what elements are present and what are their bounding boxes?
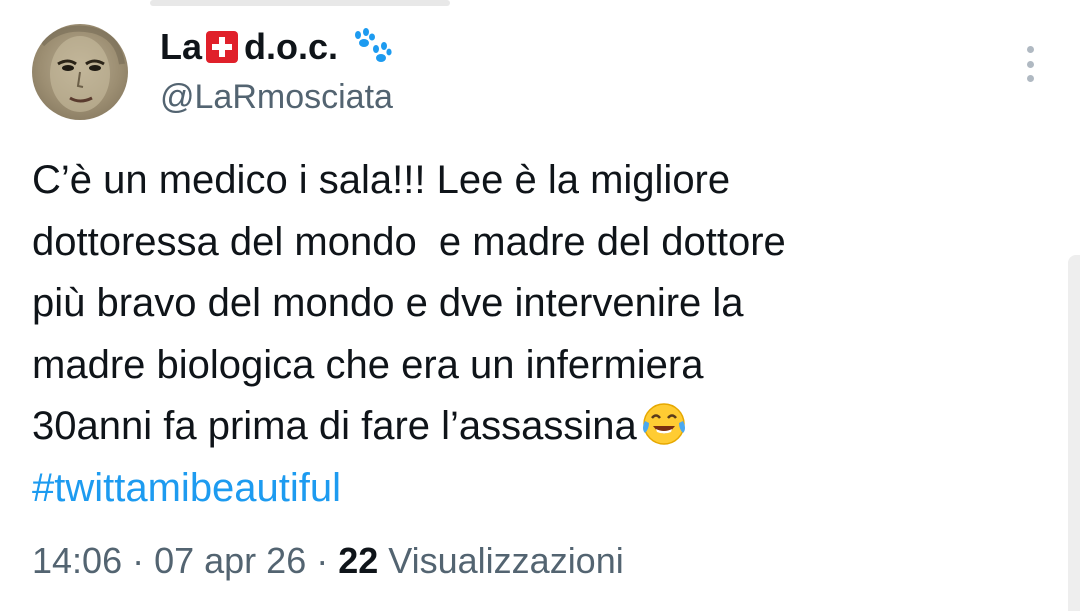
more-dot <box>1026 75 1034 82</box>
author-display-name[interactable]: La d.o.c. <box>160 26 392 68</box>
tweet-line-2: dottoressa del mondo e madre del dottore <box>32 219 786 264</box>
tweet-time[interactable]: 14:06 <box>32 540 122 581</box>
tweet-date[interactable]: 07 apr 26 <box>154 540 306 581</box>
tweet-card: La d.o.c. @LaRmosciata C’è un medico i s… <box>0 0 1080 611</box>
views-count[interactable]: 22 <box>338 540 378 581</box>
tweet-line-3: più bravo del mondo e dve intervenire la <box>32 281 744 325</box>
scrollbar-edge <box>1068 255 1080 611</box>
more-dot <box>1026 46 1034 53</box>
more-options-icon[interactable] <box>1018 44 1042 84</box>
avatar-face-image <box>39 25 125 112</box>
tweet-line-1: C’è un medico i sala!!! Lee è la miglior… <box>32 158 731 202</box>
separator-dot: · <box>306 540 339 581</box>
avatar[interactable] <box>32 24 128 120</box>
tweet-line-5: 30anni fa prima di fare l’assassina <box>32 404 637 448</box>
tweet-line-4: madre biologica che era un infermiera <box>32 342 704 387</box>
tweet-metadata: 14:06 · 07 apr 26 · 22 Visualizzazioni <box>32 540 624 582</box>
previous-content-edge <box>150 0 450 6</box>
face-with-tears-of-joy-icon <box>642 403 685 445</box>
author-name-part1: La <box>160 26 203 67</box>
tweet-line-5-container: 30anni fa prima di fare l’assassina <box>32 396 1032 458</box>
author-name-part2: d.o.c. <box>244 26 339 67</box>
tweet-text: C’è un medico i sala!!! Lee è la miglior… <box>32 150 1032 519</box>
views-label[interactable]: Visualizzazioni <box>378 540 623 581</box>
swiss-flag-icon <box>206 31 239 63</box>
more-dot <box>1026 60 1034 68</box>
paw-prints-icon <box>355 28 392 62</box>
hashtag-link[interactable]: #twittamibeautiful <box>32 458 1032 520</box>
separator-dot: · <box>122 540 155 581</box>
author-handle[interactable]: @LaRmosciata <box>160 78 393 117</box>
